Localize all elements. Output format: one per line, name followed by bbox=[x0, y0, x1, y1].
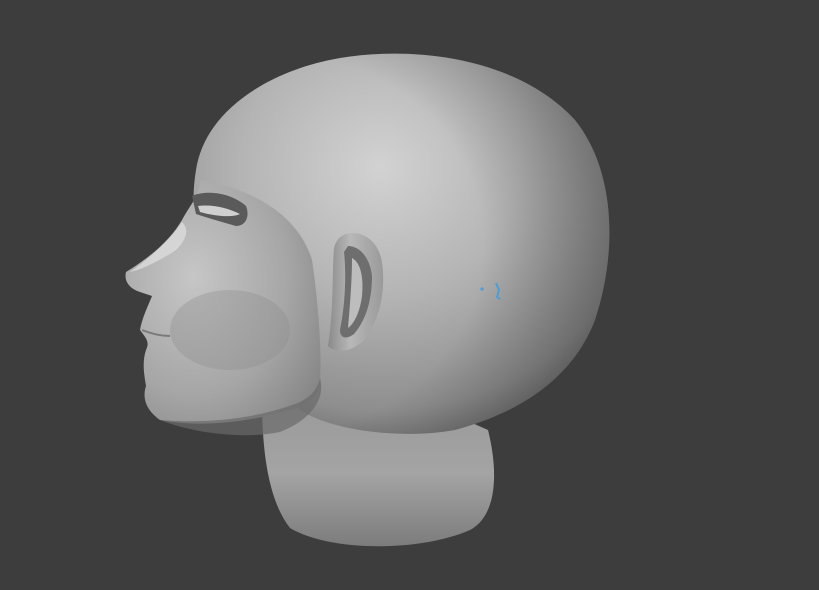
3d-viewport[interactable] bbox=[0, 0, 819, 590]
cheek-shading bbox=[170, 290, 290, 370]
viewport-canvas[interactable] bbox=[0, 0, 819, 590]
